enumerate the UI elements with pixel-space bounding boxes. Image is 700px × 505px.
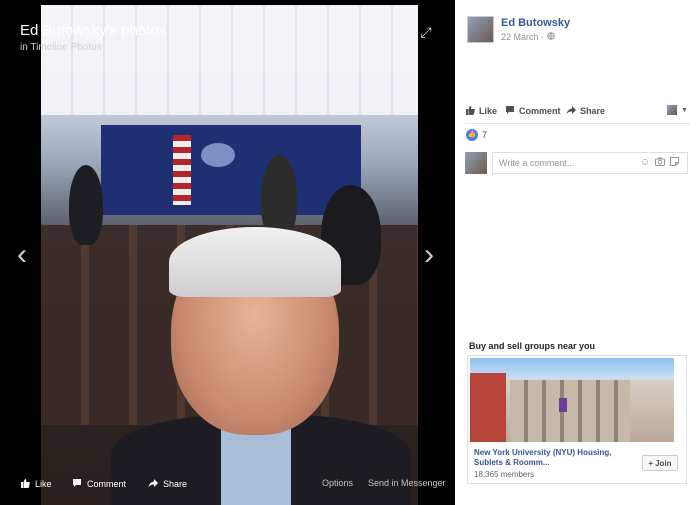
commenter-avatar	[465, 152, 487, 174]
post-comment-label: Comment	[519, 106, 561, 116]
date-separator: ·	[538, 32, 547, 42]
like-badge-icon: 👍	[466, 129, 478, 141]
suggested-groups-title: Buy and sell groups near you	[469, 341, 596, 351]
cover-building-left	[470, 373, 506, 442]
viewer-comment-button[interactable]: Comment	[72, 478, 126, 490]
photo-stage	[101, 125, 361, 215]
photo-album-title[interactable]: Ed Butowsky's photos	[20, 22, 166, 39]
photo-viewer: Ed Butowsky's photos in Timeline Photos …	[0, 0, 455, 505]
photo[interactable]	[41, 5, 418, 505]
caret-down-icon: ▼	[681, 106, 688, 114]
group-suggestion-card[interactable]: New York University (NYU) Housing, Suble…	[467, 355, 687, 484]
group-cover-image[interactable]	[470, 358, 674, 442]
share-arrow-icon	[148, 478, 158, 490]
post-action-bar: Like Comment Share ▼	[465, 103, 690, 119]
likes-count: 7	[482, 130, 488, 140]
join-group-button[interactable]: + Join	[642, 455, 678, 471]
join-label: Join	[655, 458, 672, 468]
camera-icon[interactable]	[655, 157, 665, 169]
emoji-icon[interactable]: ☺	[640, 157, 650, 169]
plus-icon: +	[648, 458, 654, 468]
viewer-like-label: Like	[35, 479, 52, 489]
sticker-icon[interactable]	[670, 157, 679, 169]
photo-hair	[169, 227, 341, 297]
previous-photo-arrow-icon[interactable]: ‹	[17, 240, 27, 270]
group-name-link[interactable]: New York University (NYU) Housing, Suble…	[474, 448, 634, 468]
divider	[465, 123, 690, 124]
comment-icon	[505, 105, 515, 117]
likes-summary[interactable]: 👍 7	[466, 129, 487, 141]
selector-avatar	[667, 105, 677, 115]
photo-flag	[173, 135, 191, 205]
cover-building	[510, 380, 630, 442]
post-date[interactable]: 22 March	[501, 32, 539, 42]
comment-placeholder: Write a comment...	[499, 158, 575, 168]
viewer-like-button[interactable]: Like	[20, 478, 52, 490]
post-meta: 22 March ·	[501, 32, 555, 42]
author-avatar[interactable]	[467, 16, 494, 43]
share-arrow-icon	[566, 105, 576, 117]
viewer-options-link[interactable]: Options	[322, 478, 353, 488]
post-as-selector[interactable]: ▼	[667, 105, 688, 115]
photo-album-subtitle[interactable]: in Timeline Photos	[20, 42, 102, 53]
cover-flag	[559, 398, 567, 412]
comment-composer: Write a comment... ☺	[465, 152, 690, 176]
group-member-count: 18,365 members	[474, 470, 535, 479]
comment-input[interactable]: Write a comment... ☺	[492, 152, 688, 174]
expand-icon[interactable]: ⤢	[418, 24, 434, 40]
comment-icon	[72, 478, 82, 490]
post-comment-button[interactable]: Comment	[505, 105, 561, 117]
viewer-share-label: Share	[163, 479, 188, 489]
comment-tools: ☺	[640, 157, 679, 169]
post-share-label: Share	[580, 106, 606, 116]
thumbs-up-icon	[465, 105, 475, 117]
photo-person	[69, 165, 103, 245]
photo-seal	[201, 143, 235, 167]
globe-icon[interactable]	[546, 32, 555, 42]
post-like-button[interactable]: Like	[465, 105, 497, 117]
next-photo-arrow-icon[interactable]: ›	[424, 240, 434, 270]
post-sidebar: Ed Butowsky 22 March · Like Comment Shar…	[455, 0, 700, 505]
viewer-comment-label: Comment	[87, 479, 127, 489]
thumbs-up-icon	[20, 478, 30, 490]
post-like-label: Like	[479, 106, 498, 116]
viewer-share-button[interactable]: Share	[148, 478, 187, 490]
author-name[interactable]: Ed Butowsky	[501, 17, 570, 29]
send-in-messenger-link[interactable]: Send in Messenger	[368, 478, 446, 488]
post-share-button[interactable]: Share	[566, 105, 605, 117]
viewer-action-bar: Like Comment Share Options Send in Messe…	[0, 470, 455, 498]
